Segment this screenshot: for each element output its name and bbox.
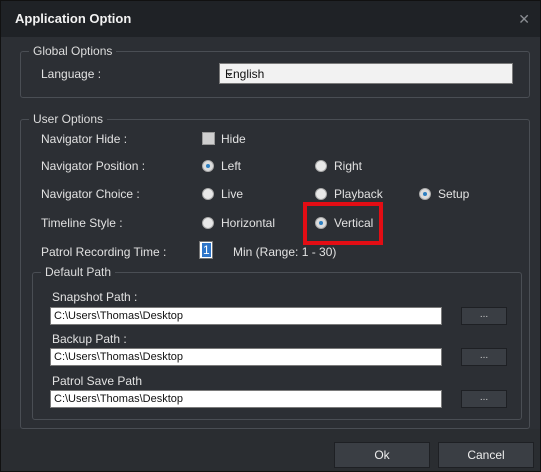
cancel-button[interactable]: Cancel xyxy=(438,442,534,468)
patrol-save-path-label: Patrol Save Path xyxy=(52,374,143,388)
patrol-recording-time-value: 1 xyxy=(202,243,211,257)
choice-setup-radio[interactable] xyxy=(419,188,431,200)
backup-path-value: C:\Users\Thomas\Desktop xyxy=(54,351,183,363)
snapshot-path-label: Snapshot Path : xyxy=(52,290,138,304)
patrol-range-label: Min (Range: 1 - 30) xyxy=(233,245,337,259)
snapshot-browse-button[interactable]: ... xyxy=(461,307,507,325)
highlight-box xyxy=(303,202,383,245)
title-bar: Application Option ✕ xyxy=(1,1,540,37)
timeline-horizontal-label: Horizontal xyxy=(221,216,276,230)
navigator-choice-label: Navigator Choice : xyxy=(41,187,140,201)
timeline-style-label: Timeline Style : xyxy=(41,216,123,230)
language-select[interactable]: English ⌄ xyxy=(219,63,513,84)
navigator-position-label: Navigator Position : xyxy=(41,159,146,173)
position-right-label: Right xyxy=(334,159,363,173)
backup-path-input[interactable]: C:\Users\Thomas\Desktop xyxy=(50,348,442,366)
choice-live-radio[interactable] xyxy=(202,188,214,200)
choice-playback-radio[interactable] xyxy=(315,188,327,200)
backup-browse-button[interactable]: ... xyxy=(461,348,507,366)
choice-setup-label: Setup xyxy=(438,187,470,201)
window-title: Application Option xyxy=(15,11,132,26)
position-left-label: Left xyxy=(221,159,242,173)
close-icon[interactable]: ✕ xyxy=(518,11,530,28)
snapshot-path-input[interactable]: C:\Users\Thomas\Desktop xyxy=(50,307,442,325)
patrol-save-browse-button[interactable]: ... xyxy=(461,390,507,408)
position-left-radio[interactable] xyxy=(202,160,214,172)
navigator-hide-label: Navigator Hide : xyxy=(41,132,128,146)
application-option-dialog: Application Option ✕ Global Options Lang… xyxy=(0,0,541,472)
backup-path-label: Backup Path : xyxy=(52,332,127,346)
choice-live-label: Live xyxy=(221,187,244,201)
snapshot-path-value: C:\Users\Thomas\Desktop xyxy=(54,310,183,322)
patrol-save-path-value: C:\Users\Thomas\Desktop xyxy=(54,393,183,405)
language-label: Language : xyxy=(41,67,102,81)
timeline-horizontal-radio[interactable] xyxy=(202,217,214,229)
chevron-down-icon: ⌄ xyxy=(225,67,235,79)
patrol-recording-time-input[interactable]: 1 xyxy=(199,241,213,259)
default-path-legend: Default Path xyxy=(41,265,116,279)
patrol-save-path-input[interactable]: C:\Users\Thomas\Desktop xyxy=(50,390,442,408)
hide-checkbox[interactable] xyxy=(202,132,215,145)
choice-playback-label: Playback xyxy=(334,187,383,201)
hide-label: Hide xyxy=(221,132,246,146)
user-options-legend: User Options xyxy=(29,112,108,126)
position-right-radio[interactable] xyxy=(315,160,327,172)
patrol-recording-time-label: Patrol Recording Time : xyxy=(41,245,167,259)
ok-button[interactable]: Ok xyxy=(334,442,430,468)
global-options-legend: Global Options xyxy=(29,44,117,58)
